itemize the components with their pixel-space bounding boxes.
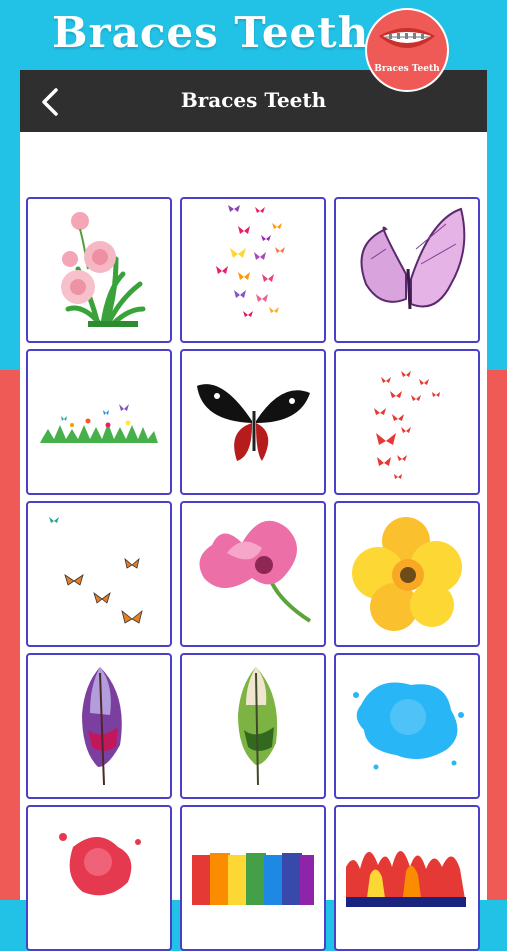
purple-feather-icon	[82, 667, 122, 786]
sticker-pink-flowers-grass[interactable]	[26, 197, 172, 343]
orange-butterflies-icon	[49, 517, 143, 624]
sticker-grass-butterflies[interactable]	[26, 349, 172, 495]
yellow-flower-icon	[352, 517, 462, 631]
sticker-purple-feather[interactable]	[26, 653, 172, 799]
pink-flowers-grass-icon	[61, 212, 146, 327]
sticker-purple-butterfly[interactable]	[334, 197, 480, 343]
sticker-colorful-butterfly-swarm[interactable]	[180, 197, 326, 343]
rainbow-paint-strip-icon	[192, 853, 314, 905]
grass-butterflies-icon	[40, 404, 158, 443]
sticker-red-butterfly-swarm[interactable]	[334, 349, 480, 495]
red-paint-splash-icon	[59, 833, 141, 896]
app-logo: Braces Teeth	[365, 8, 449, 92]
logo-text: Braces Teeth	[374, 64, 440, 74]
sticker-fire-paint-strip[interactable]	[334, 805, 480, 951]
blue-paint-splash-icon	[353, 682, 464, 770]
fire-paint-strip-icon	[346, 851, 466, 907]
pink-flower-icon	[199, 520, 312, 623]
sticker-orange-butterflies[interactable]	[26, 501, 172, 647]
butterfly-swarm-icon	[216, 205, 285, 317]
red-butterfly-swarm-icon	[374, 371, 440, 479]
purple-butterfly-icon	[360, 207, 466, 310]
sticker-blue-paint-splash[interactable]	[334, 653, 480, 799]
sticker-grid	[26, 197, 480, 951]
sticker-red-paint-splash[interactable]	[26, 805, 172, 951]
green-feather-icon	[238, 667, 278, 786]
sticker-yellow-flower[interactable]	[334, 501, 480, 647]
smile-braces-icon	[379, 28, 435, 48]
app-bar-title: Braces Teeth	[180, 88, 327, 112]
sticker-green-feather[interactable]	[180, 653, 326, 799]
sticker-rainbow-paint-strip[interactable]	[180, 805, 326, 951]
sticker-panel: Braces Teeth	[20, 70, 487, 951]
sticker-pink-flower[interactable]	[180, 501, 326, 647]
banner-title: Braces Teeth	[52, 8, 370, 57]
sticker-black-red-butterfly[interactable]	[180, 349, 326, 495]
black-red-butterfly-icon	[197, 384, 310, 461]
